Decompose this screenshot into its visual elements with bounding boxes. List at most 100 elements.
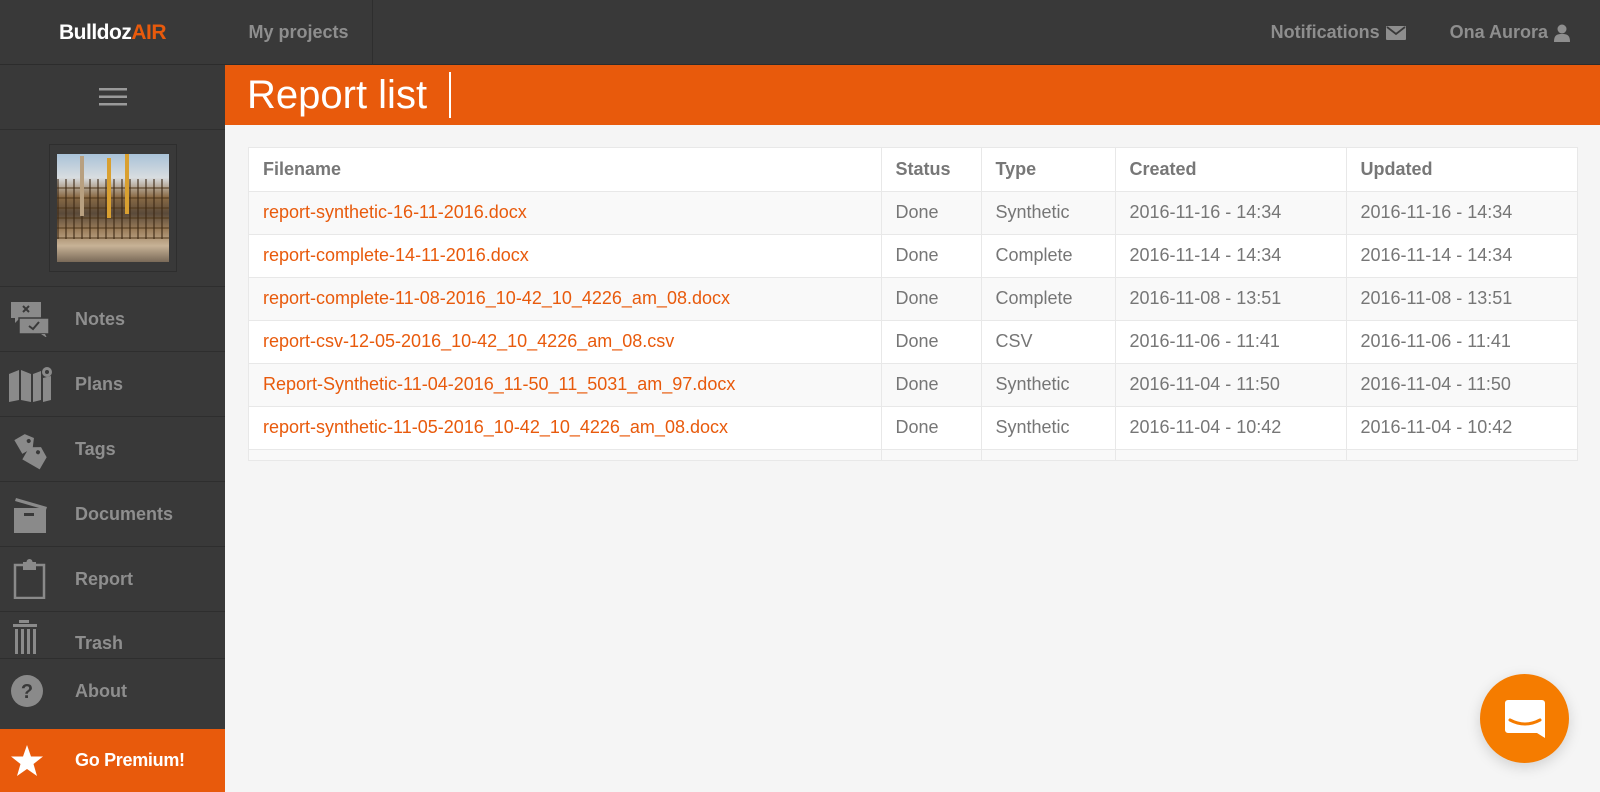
clipboard-icon <box>0 559 75 599</box>
sidebar-item-tags[interactable]: Tags <box>0 417 225 482</box>
column-header-filename[interactable]: Filename <box>249 148 882 192</box>
created-cell: 2016-11-06 - 11:41 <box>1115 320 1347 364</box>
status-cell: Done <box>881 406 982 450</box>
table-empty-row <box>249 449 1577 460</box>
sidebar-item-label: Tags <box>75 438 116 459</box>
sidebar-item-label: Trash <box>75 633 124 653</box>
column-header-updated[interactable]: Updated <box>1346 148 1577 192</box>
brand-name-part1: Bulldoz <box>59 20 132 44</box>
user-menu[interactable]: Ona Aurora <box>1428 0 1600 65</box>
report-table: Filename Status Type Created Updated rep… <box>249 148 1577 460</box>
sidebar-item-plans[interactable]: Plans <box>0 352 225 417</box>
sidebar-item-label: Report <box>75 568 133 589</box>
empty-cell <box>249 449 882 460</box>
sidebar-item-notes[interactable]: Notes <box>0 287 225 352</box>
table-row[interactable]: report-synthetic-11-05-2016_10-42_10_422… <box>249 406 1577 450</box>
notes-icon <box>0 301 75 337</box>
status-cell: Done <box>881 320 982 364</box>
sidebar-item-label: Plans <box>75 373 124 394</box>
created-cell: 2016-11-16 - 14:34 <box>1115 191 1347 235</box>
go-premium-button[interactable]: Go Premium! <box>0 729 225 792</box>
status-cell: Done <box>881 277 982 321</box>
sidebar-item-label: About <box>75 680 127 701</box>
report-file-link[interactable]: Report-Synthetic-11-04-2016_11-50_11_503… <box>263 374 735 394</box>
status-cell: Done <box>881 363 982 407</box>
page-title: Report list <box>247 73 428 117</box>
empty-cell <box>1115 449 1347 460</box>
report-file-link[interactable]: report-complete-11-08-2016_10-42_10_4226… <box>263 288 730 308</box>
envelope-icon <box>1385 25 1406 40</box>
updated-cell: 2016-11-16 - 14:34 <box>1346 191 1577 235</box>
project-thumbnail[interactable] <box>48 144 177 272</box>
empty-cell <box>881 449 982 460</box>
svg-text:?: ? <box>21 681 33 703</box>
type-cell: Synthetic <box>981 363 1116 407</box>
user-name: Ona Aurora <box>1449 22 1548 42</box>
menu-toggle-button[interactable] <box>0 65 225 130</box>
top-navbar: Bulldoz AIR My projects Notifications Ona… <box>0 0 1600 65</box>
report-file-link[interactable]: report-synthetic-16-11-2016.docx <box>263 202 527 222</box>
created-cell: 2016-11-04 - 11:50 <box>1115 363 1347 407</box>
column-header-created[interactable]: Created <box>1115 148 1347 192</box>
hamburger-icon <box>98 88 127 106</box>
type-cell: CSV <box>981 320 1116 364</box>
brand-logo[interactable]: Bulldoz AIR <box>0 0 225 65</box>
column-header-type[interactable]: Type <box>981 148 1116 192</box>
report-table-container: Filename Status Type Created Updated rep… <box>248 147 1578 461</box>
status-cell: Done <box>881 191 982 235</box>
filename-cell: report-complete-14-11-2016.docx <box>249 234 882 278</box>
report-file-link[interactable]: report-complete-14-11-2016.docx <box>263 245 529 265</box>
created-cell: 2016-11-04 - 10:42 <box>1115 406 1347 450</box>
tags-icon <box>0 428 75 470</box>
type-cell: Synthetic <box>981 406 1116 450</box>
sidebar-item-report[interactable]: Report <box>0 547 225 612</box>
sidebar: Notes Plans Tags Documents Report Trash … <box>0 65 225 792</box>
question-icon: ? <box>0 674 75 708</box>
box-icon <box>0 494 75 534</box>
sidebar-item-label: Notes <box>75 308 126 329</box>
updated-cell: 2016-11-14 - 14:34 <box>1346 234 1577 278</box>
table-row[interactable]: report-complete-14-11-2016.docx Done Com… <box>249 234 1577 278</box>
map-pin-icon <box>0 366 75 402</box>
column-header-status[interactable]: Status <box>881 148 982 192</box>
star-icon <box>0 744 75 777</box>
sidebar-item-trash[interactable]: Trash <box>0 612 225 659</box>
chat-icon <box>1504 699 1545 738</box>
created-cell: 2016-11-08 - 13:51 <box>1115 277 1347 321</box>
go-premium-label: Go Premium! <box>75 750 185 770</box>
project-image <box>56 154 169 262</box>
type-cell: Complete <box>981 277 1116 321</box>
filename-cell: report-csv-12-05-2016_10-42_10_4226_am_0… <box>249 320 882 364</box>
sidebar-item-label: Documents <box>75 503 174 524</box>
sidebar-item-about[interactable]: ? About <box>0 659 225 723</box>
title-divider <box>449 72 452 118</box>
sidebar-item-documents[interactable]: Documents <box>0 482 225 547</box>
empty-cell <box>1346 449 1577 460</box>
top-nav-right: Notifications Ona Aurora <box>1249 0 1600 65</box>
updated-cell: 2016-11-04 - 11:50 <box>1346 363 1577 407</box>
table-row[interactable]: report-complete-11-08-2016_10-42_10_4226… <box>249 277 1577 321</box>
chat-launcher-button[interactable] <box>1480 674 1569 763</box>
table-row[interactable]: Report-Synthetic-11-04-2016_11-50_11_503… <box>249 363 1577 407</box>
type-cell: Synthetic <box>981 191 1116 235</box>
user-icon <box>1554 24 1570 42</box>
filename-cell: report-synthetic-16-11-2016.docx <box>249 191 882 235</box>
updated-cell: 2016-11-08 - 13:51 <box>1346 277 1577 321</box>
status-cell: Done <box>881 234 982 278</box>
type-cell: Complete <box>981 234 1116 278</box>
filename-cell: Report-Synthetic-11-04-2016_11-50_11_503… <box>249 363 882 407</box>
updated-cell: 2016-11-04 - 10:42 <box>1346 406 1577 450</box>
report-file-link[interactable]: report-csv-12-05-2016_10-42_10_4226_am_0… <box>263 331 674 351</box>
filename-cell: report-synthetic-11-05-2016_10-42_10_422… <box>249 406 882 450</box>
table-row[interactable]: report-synthetic-16-11-2016.docx Done Sy… <box>249 191 1577 235</box>
page-header: Report list <box>225 65 1600 125</box>
report-file-link[interactable]: report-synthetic-11-05-2016_10-42_10_422… <box>263 417 728 437</box>
project-thumbnail-area <box>0 130 225 287</box>
updated-cell: 2016-11-06 - 11:41 <box>1346 320 1577 364</box>
table-header-row: Filename Status Type Created Updated <box>249 148 1577 192</box>
trash-icon <box>0 620 75 654</box>
notifications-link[interactable]: Notifications <box>1249 0 1428 65</box>
table-row[interactable]: report-csv-12-05-2016_10-42_10_4226_am_0… <box>249 320 1577 364</box>
my-projects-link[interactable]: My projects <box>225 0 373 65</box>
empty-cell <box>981 449 1116 460</box>
